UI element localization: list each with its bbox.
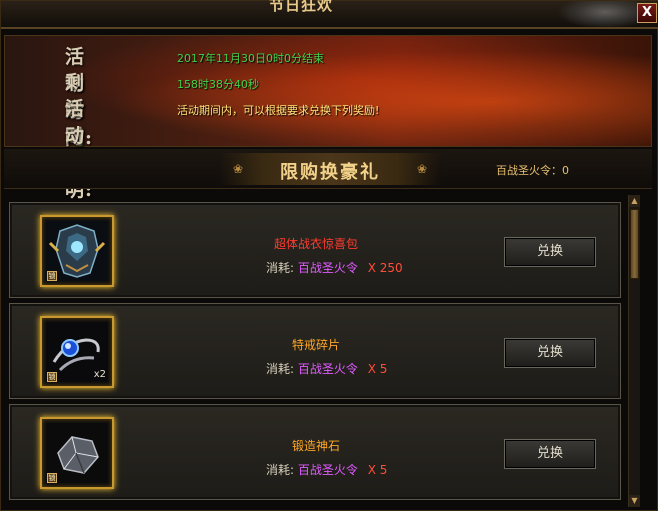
list-item: 锁 x2 特戒碎片 消耗: 百战圣火令 X 5 兑换 xyxy=(9,303,621,399)
title-bar[interactable]: 节日狂欢 X xyxy=(1,0,658,29)
lock-icon: 锁 xyxy=(47,473,57,483)
flower-ornament-icon: ❀ xyxy=(416,162,427,176)
cost-quantity: X 5 xyxy=(367,362,388,376)
remaining-time-value: 158时38分40秒 xyxy=(177,78,259,91)
reward-list[interactable]: 锁 超体战衣惊喜包 消耗: 百战圣火令 X 250 兑换 锁 x2 特戒碎片 消… xyxy=(4,195,628,507)
scroll-thumb[interactable] xyxy=(630,209,639,279)
cost-currency: 百战圣火令 xyxy=(297,362,358,376)
cost-label: 消耗: xyxy=(266,463,295,477)
close-button[interactable]: X xyxy=(637,3,657,23)
section-title-plate: ❀ 限购换豪礼 ❀ xyxy=(219,153,441,185)
event-desc-value: 活动期间内，可以根据要求兑换下列奖励! xyxy=(177,104,380,117)
scroll-down-icon[interactable]: ▼ xyxy=(629,495,640,507)
redeem-button[interactable]: 兑换 xyxy=(504,338,596,368)
cost-label: 消耗: xyxy=(266,261,295,275)
token-count: 百战圣火令：0 xyxy=(496,164,569,177)
cost-label: 消耗: xyxy=(266,362,295,376)
lock-icon: 锁 xyxy=(47,271,57,281)
list-item: 锁 超体战衣惊喜包 消耗: 百战圣火令 X 250 兑换 xyxy=(9,202,621,298)
event-time-value: 2017年11月30日0时0分结束 xyxy=(177,52,324,65)
window-title: 节日狂欢 xyxy=(268,0,333,14)
event-window: 节日狂欢 X 活动时间: 2017年11月30日0时0分结束 剩余时间: 158… xyxy=(0,0,658,511)
scroll-up-icon[interactable]: ▲ xyxy=(629,195,640,207)
item-cost: 消耗: 百战圣火令 X 250 xyxy=(266,259,403,276)
lock-icon: 锁 xyxy=(47,372,57,382)
section-title: 限购换豪礼 xyxy=(280,162,380,183)
list-item: 锁 锻造神石 消耗: 百战圣火令 X 5 兑换 xyxy=(9,404,621,500)
list-scrollbar[interactable]: ▲ ▼ xyxy=(628,195,640,507)
cost-quantity: X 250 xyxy=(367,261,403,275)
quantity-badge: x2 xyxy=(93,369,106,380)
cost-quantity: X 5 xyxy=(367,463,388,477)
cost-currency: 百战圣火令 xyxy=(297,463,358,477)
cost-currency: 百战圣火令 xyxy=(297,261,358,275)
section-header: ❀ 限购换豪礼 ❀ 百战圣火令：0 xyxy=(4,149,652,189)
redeem-button[interactable]: 兑换 xyxy=(504,439,596,469)
item-cost: 消耗: 百战圣火令 X 5 xyxy=(266,461,387,478)
redeem-button[interactable]: 兑换 xyxy=(504,237,596,267)
item-cost: 消耗: 百战圣火令 X 5 xyxy=(266,360,387,377)
event-banner: 活动时间: 2017年11月30日0时0分结束 剩余时间: 158时38分40秒… xyxy=(4,35,652,201)
dragon-ornament-icon xyxy=(557,1,637,29)
